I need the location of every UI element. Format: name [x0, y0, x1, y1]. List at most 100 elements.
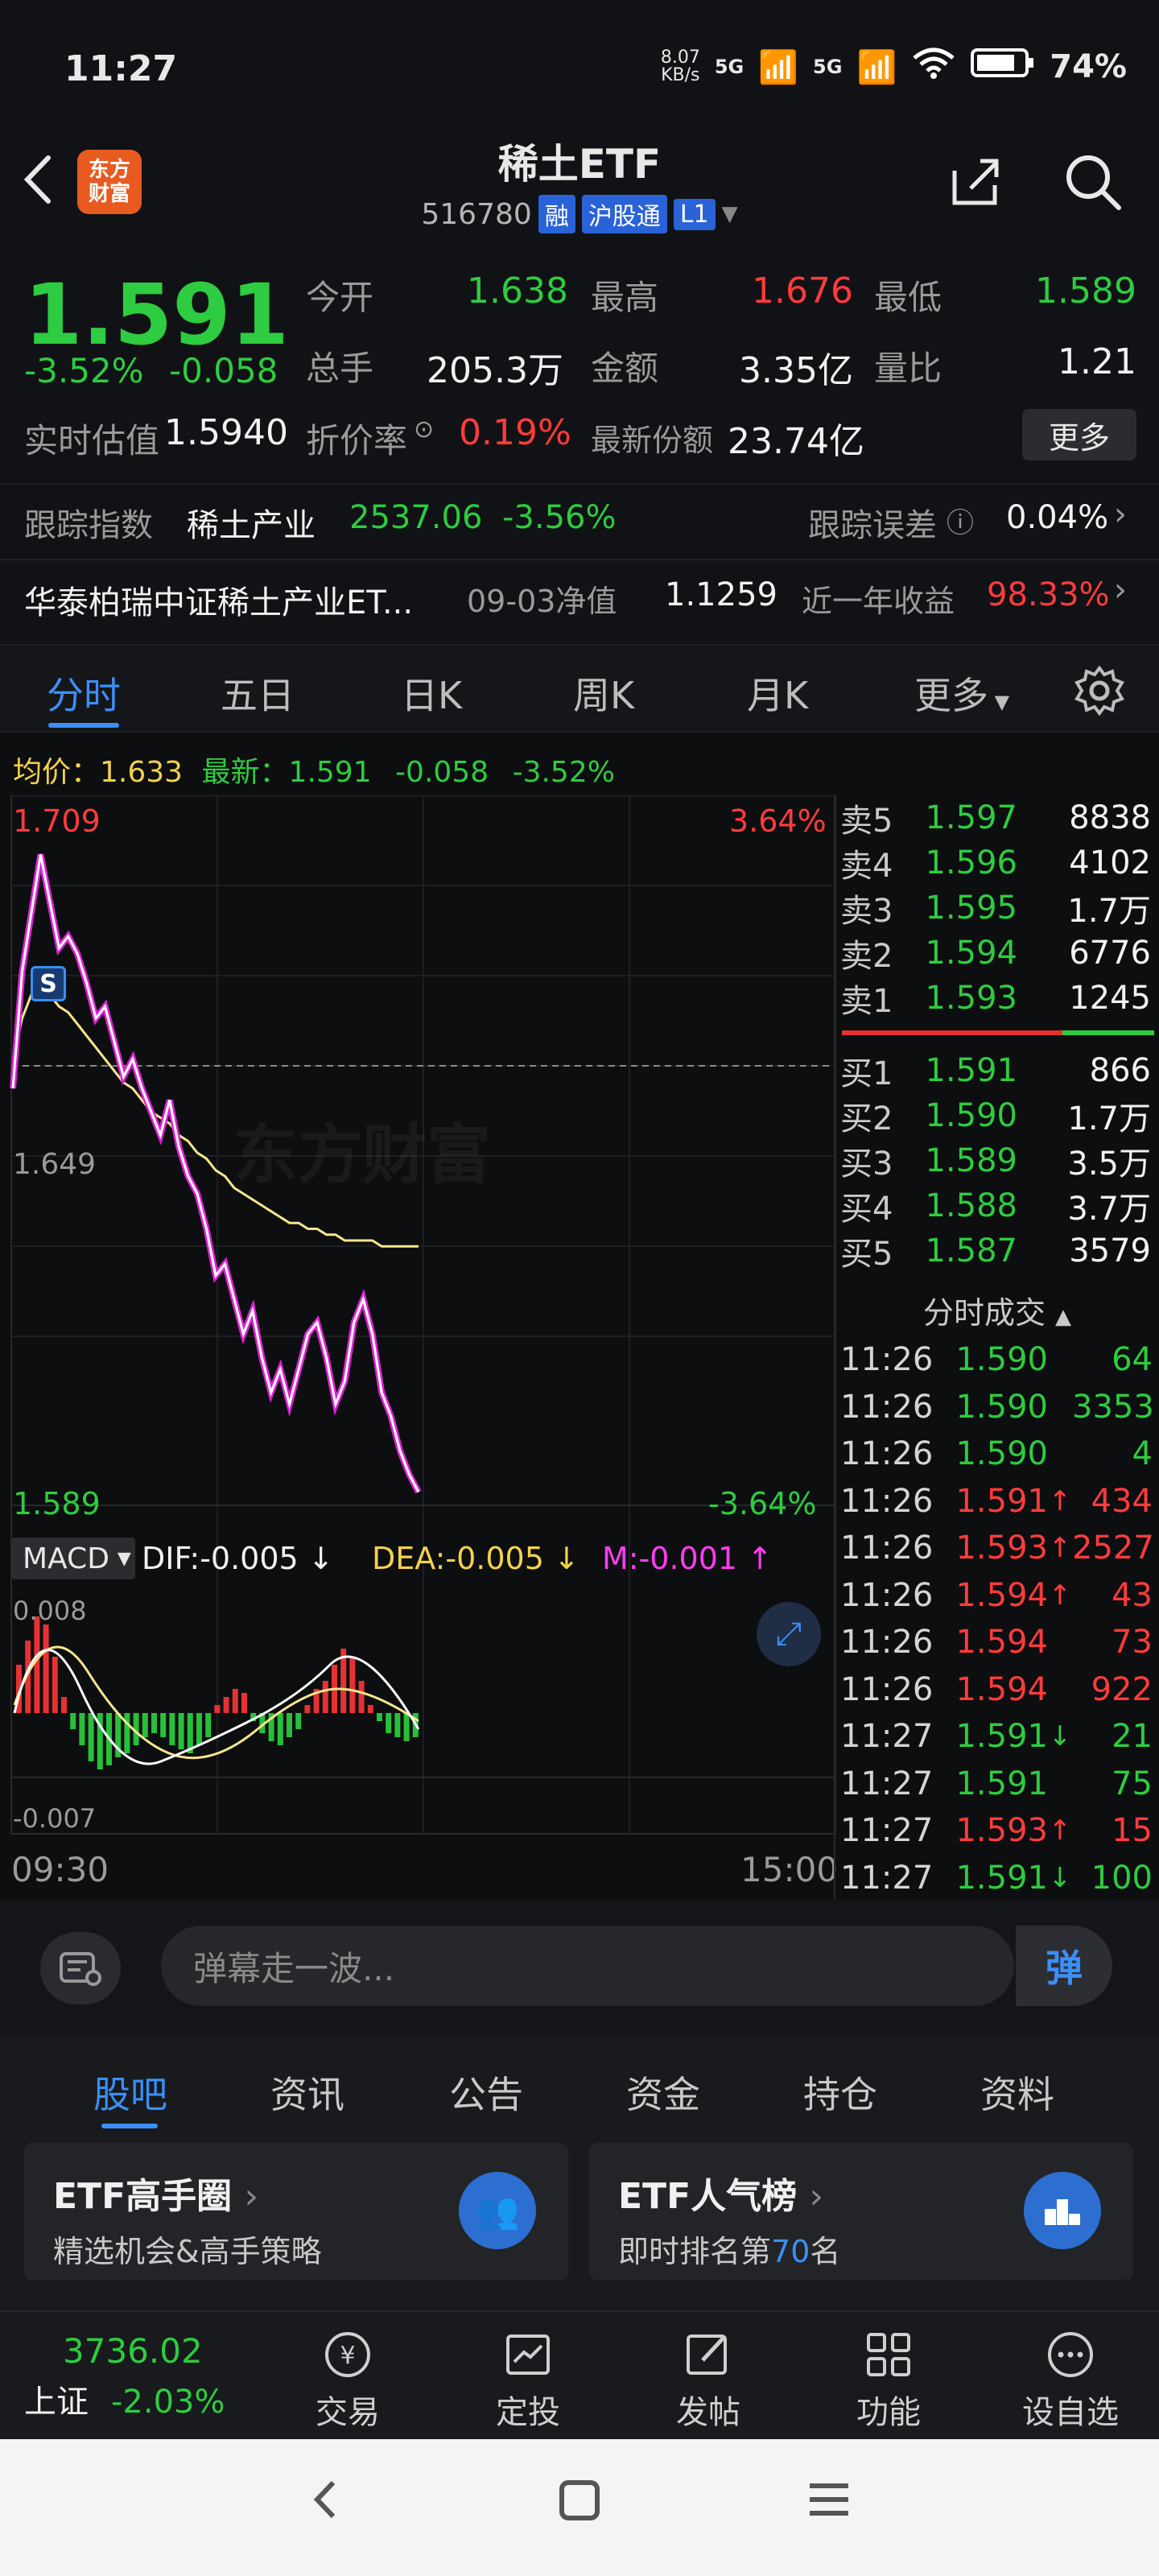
bid-volume: 3579: [1069, 1232, 1151, 1269]
nav-label: 设自选: [1022, 2394, 1119, 2431]
ask-row[interactable]: 卖4 1.596 4102: [840, 840, 1154, 886]
menu-nav-icon[interactable]: [805, 2471, 853, 2541]
net-speed: 8.07 KB/s: [661, 49, 700, 85]
help-icon[interactable]: ⓘ: [947, 501, 974, 540]
tab-weekly-k[interactable]: 周K: [573, 667, 634, 720]
iopv-label: 实时估值: [24, 421, 160, 460]
tab-intraday[interactable]: 分时: [47, 667, 121, 720]
tab-more[interactable]: 更多 ▼: [914, 667, 1009, 720]
bid-label: 买5: [840, 1236, 893, 1273]
promo-card-ranking[interactable]: ETF人气榜 › 即时排名第70名: [589, 2143, 1133, 2280]
ask-label: 卖4: [840, 848, 893, 885]
nav-fixed-invest[interactable]: 定投: [464, 2326, 592, 2433]
macd-axis-top: 0.008: [13, 1596, 87, 1626]
trade-volume: 100: [1091, 1859, 1153, 1897]
danmu-input[interactable]: 弹幕走一波...: [161, 1926, 1014, 2006]
trade-price: 1.591: [955, 1859, 1048, 1897]
info-icon[interactable]: ⊙: [414, 415, 434, 444]
macd-bar: [241, 1693, 247, 1713]
macd-bar: [322, 1681, 328, 1713]
tab-holdings[interactable]: 持仓: [803, 2066, 877, 2119]
promo-card-experts[interactable]: ETF高手圈 › 精选机会&高手策略 👥: [24, 2143, 568, 2280]
net-5g-1: 5G: [714, 56, 744, 78]
ask-row[interactable]: 卖3 1.595 1.7万: [840, 886, 1154, 931]
nav-trade[interactable]: ¥ 交易: [283, 2326, 412, 2433]
ask-volume: 8838: [1069, 799, 1151, 836]
macd-axis-bottom: -0.007: [13, 1803, 97, 1834]
year-return-label: 近一年收益: [802, 584, 955, 619]
tab-profile[interactable]: 资料: [980, 2066, 1054, 2119]
tab-fund-flow[interactable]: 资金: [626, 2066, 700, 2119]
nav-functions[interactable]: 功能: [824, 2326, 953, 2433]
trade-time: 11:26: [840, 1435, 934, 1472]
trade-arrow: ↓: [1048, 1861, 1072, 1894]
chevron-right-icon[interactable]: ›: [1114, 572, 1127, 609]
latest-percent: -3.52%: [512, 756, 615, 789]
market-index-name: 上证: [24, 2384, 89, 2421]
trade-row: 11:26 1.593 ↑ 2527: [840, 1525, 1154, 1571]
expand-icon[interactable]: ⤢: [757, 1602, 821, 1666]
chevron-right-icon[interactable]: ›: [1114, 496, 1127, 533]
nav-value: 1.1259: [665, 576, 777, 613]
tab-announcements[interactable]: 公告: [449, 2066, 523, 2119]
market-index-percent: -2.03%: [111, 2384, 225, 2421]
trades-title[interactable]: 分时成交 ▲: [840, 1288, 1154, 1332]
tab-five-day[interactable]: 五日: [221, 667, 295, 720]
settings-icon[interactable]: [1074, 665, 1125, 720]
index-percent: -3.56%: [502, 499, 617, 536]
nav-post[interactable]: 发帖: [644, 2326, 773, 2433]
trade-time: 11:26: [840, 1670, 934, 1708]
back-nav-icon[interactable]: [306, 2471, 346, 2541]
fund-name[interactable]: 华泰柏瑞中证稀土产业ET...: [24, 576, 413, 623]
index-name[interactable]: 稀土产业: [187, 499, 316, 546]
indicator-select[interactable]: MACD ▼: [11, 1538, 135, 1579]
bid-row[interactable]: 买3 1.589 3.5万: [840, 1138, 1154, 1183]
ask-row[interactable]: 卖1 1.593 1245: [840, 976, 1154, 1021]
trade-arrow: ↓: [1048, 1720, 1072, 1752]
group-icon: 👥: [459, 2172, 536, 2249]
trade-volume: 434: [1091, 1482, 1153, 1520]
macd-bar: [205, 1713, 212, 1737]
macd-dea-label: DEA:: [372, 1541, 446, 1576]
search-icon[interactable]: [1061, 150, 1125, 217]
chevron-right-icon: ›: [809, 2176, 824, 2217]
year-return-value[interactable]: 98.33%: [987, 576, 1110, 613]
trade-volume: 15: [1112, 1812, 1153, 1849]
promo-title: ETF高手圈 ›: [53, 2167, 258, 2219]
watermark: 东方财富: [233, 1117, 491, 1192]
nav-add-watchlist[interactable]: 设自选: [1006, 2326, 1135, 2433]
bid-row[interactable]: 买1 1.591 866: [840, 1048, 1154, 1093]
tab-news[interactable]: 资讯: [270, 2066, 344, 2119]
macd-bar: [304, 1705, 311, 1713]
more-button[interactable]: 更多: [1022, 409, 1136, 460]
danmu-send-button[interactable]: 弹: [1016, 1926, 1112, 2006]
bid-label: 买1: [840, 1055, 893, 1092]
tab-forum[interactable]: 股吧: [93, 2066, 167, 2119]
intraday-chart[interactable]: [0, 795, 837, 1898]
trade-price: 1.594: [955, 1576, 1048, 1614]
ask-row[interactable]: 卖2 1.594 6776: [840, 931, 1154, 976]
signal-marker-icon[interactable]: S: [31, 966, 66, 1001]
bid-row[interactable]: 买4 1.588 3.7万: [840, 1183, 1154, 1228]
danmu-settings-icon[interactable]: [40, 1932, 121, 2004]
tab-daily-k[interactable]: 日K: [401, 667, 462, 720]
macd-bar: [79, 1713, 85, 1745]
market-index-widget[interactable]: 3736.02 上证 -2.03%: [24, 2331, 266, 2422]
latest-value: 1.591: [288, 756, 372, 789]
share-icon[interactable]: [947, 153, 1004, 214]
divider: [834, 795, 835, 1900]
bid-row[interactable]: 买5 1.587 3579: [840, 1228, 1154, 1274]
bid-row[interactable]: 买2 1.590 1.7万: [840, 1093, 1154, 1138]
tab-monthly-k[interactable]: 月K: [747, 667, 808, 720]
podium-icon: [1024, 2172, 1101, 2249]
macd-bar: [386, 1713, 392, 1733]
tracking-error-value[interactable]: 0.04%: [1006, 499, 1108, 536]
tab-more-label: 更多: [914, 674, 988, 717]
info-tabs: 股吧 资讯 公告 资金 持仓 资料: [0, 2037, 1159, 2133]
chevron-down-icon: ▼: [721, 202, 738, 226]
ask-row[interactable]: 卖5 1.597 8838: [840, 795, 1154, 840]
home-nav-icon[interactable]: [555, 2471, 604, 2541]
nav-label: 09-03净值: [467, 584, 617, 619]
bid-volume: 1.7万: [1067, 1100, 1151, 1137]
volume-ratio-label: 量比: [874, 349, 942, 388]
